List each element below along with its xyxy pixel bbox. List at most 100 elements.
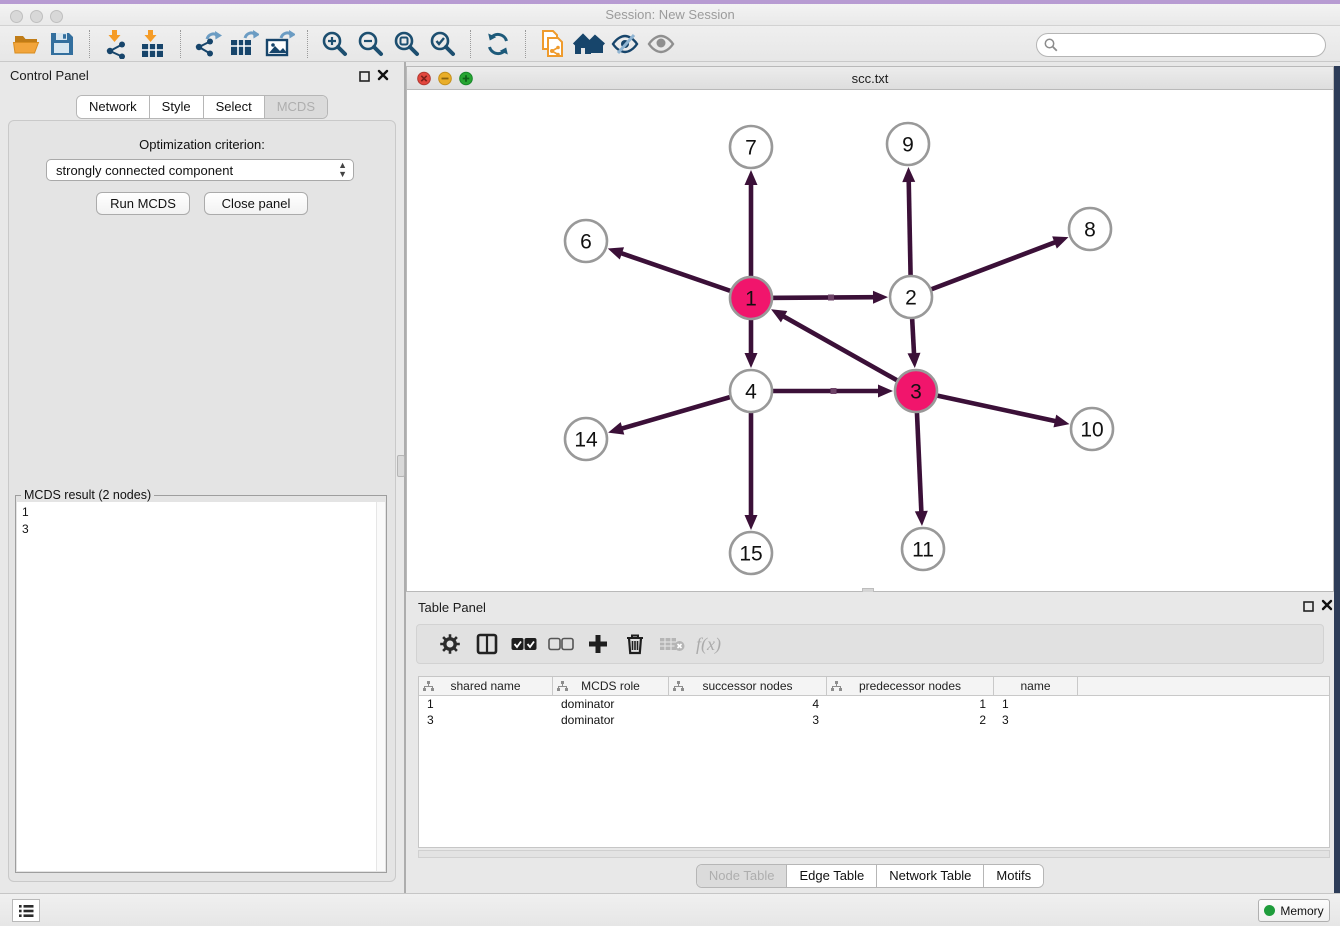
network-frame-titlebar[interactable]: scc.txt (407, 67, 1333, 90)
control-panel-tabs: NetworkStyleSelectMCDS (76, 95, 328, 119)
tab-motifs[interactable]: Motifs (983, 865, 1043, 887)
edge-arrowhead (608, 422, 624, 434)
edge-2-8[interactable] (911, 241, 1057, 297)
float-table-panel-icon[interactable] (1303, 599, 1314, 617)
table-row[interactable]: 1dominator411 (419, 696, 1329, 712)
zoom-in-icon[interactable] (317, 28, 353, 60)
add-column-icon[interactable] (579, 628, 616, 660)
mcds-result-text: 1 3 (17, 502, 385, 538)
table-cell[interactable]: 2 (827, 712, 994, 728)
zoom-out-icon[interactable] (353, 28, 389, 60)
run-mcds-button[interactable]: Run MCDS (96, 192, 190, 215)
table-cell[interactable]: dominator (553, 712, 669, 728)
zoom-selected-icon[interactable] (425, 28, 461, 60)
criterion-value: strongly connected component (56, 163, 233, 178)
column-header-shared-name[interactable]: shared name (419, 677, 553, 695)
toolbar-separator (307, 30, 308, 58)
tab-network[interactable]: Network (77, 96, 149, 118)
hide-panel-eye-slash-icon[interactable] (607, 28, 643, 60)
toolbar-separator (470, 30, 471, 58)
network-view-frame: scc.txt 7968124314101511 (406, 66, 1334, 592)
tab-mcds[interactable]: MCDS (264, 96, 327, 118)
table-panel-title: Table Panel (418, 600, 486, 615)
copy-network-view-icon[interactable] (535, 28, 571, 60)
open-folder-icon[interactable] (8, 28, 44, 60)
mcds-panel: Optimization criterion: strongly connect… (8, 120, 396, 882)
show-panel-eye-icon[interactable] (643, 28, 679, 60)
table-cell[interactable]: 3 (994, 712, 1078, 728)
table-cell[interactable]: 3 (669, 712, 827, 728)
toolbar-separator (89, 30, 90, 58)
split-view-icon[interactable] (468, 628, 505, 660)
table-cell[interactable]: dominator (553, 696, 669, 712)
column-header-predecessor-nodes[interactable]: predecessor nodes (827, 677, 994, 695)
edge-handle[interactable] (831, 388, 837, 394)
edge-arrowhead (878, 385, 893, 398)
result-scrollbar[interactable] (376, 502, 385, 871)
criterion-dropdown[interactable]: strongly connected component ▲▼ (46, 159, 354, 181)
deselect-all-rows-icon[interactable] (542, 628, 579, 660)
table-settings-gear-icon[interactable] (431, 628, 468, 660)
mcds-result-title: MCDS result (2 nodes) (21, 488, 154, 502)
column-header-MCDS-role[interactable]: MCDS role (553, 677, 669, 695)
table-toolbar: f(x) (416, 624, 1324, 664)
table-cell[interactable]: 1 (994, 696, 1078, 712)
table-cell[interactable]: 3 (419, 712, 553, 728)
graph-node-label: 14 (574, 429, 598, 452)
table-panel: Table Panel (406, 592, 1334, 893)
graph-node-label: 10 (1080, 419, 1103, 442)
delete-table-icon[interactable] (653, 628, 690, 660)
optimization-criterion-label: Optimization criterion: (9, 137, 395, 152)
tab-node-table[interactable]: Node Table (697, 865, 787, 887)
export-image-icon[interactable] (262, 28, 298, 60)
search-input[interactable] (1036, 33, 1326, 57)
table-cell[interactable]: 4 (669, 696, 827, 712)
edge-arrowhead (907, 353, 920, 368)
select-all-rows-icon[interactable] (505, 628, 542, 660)
tab-select[interactable]: Select (203, 96, 264, 118)
tab-network-table[interactable]: Network Table (876, 865, 983, 887)
table-cell[interactable]: 1 (827, 696, 994, 712)
edge-arrowhead (745, 515, 758, 530)
vertical-splitter-grip[interactable] (397, 455, 405, 477)
tab-edge-table[interactable]: Edge Table (786, 865, 876, 887)
edge-arrowhead (1053, 415, 1069, 428)
column-header-successor-nodes[interactable]: successor nodes (669, 677, 827, 695)
delete-column-trash-icon[interactable] (616, 628, 653, 660)
tab-style[interactable]: Style (149, 96, 203, 118)
zoom-fit-icon[interactable] (389, 28, 425, 60)
graph-node-label: 15 (739, 543, 762, 566)
control-panel-header: Control Panel (0, 62, 404, 88)
memory-button[interactable]: Memory (1258, 899, 1330, 922)
edge-3-1[interactable] (781, 315, 916, 391)
search-icon (1044, 38, 1058, 52)
desktop-background-strip-right (1334, 66, 1340, 926)
save-icon[interactable] (44, 28, 80, 60)
table-hscrollbar[interactable] (418, 850, 1330, 858)
column-header-name[interactable]: name (994, 677, 1078, 695)
graph-node-label: 8 (1084, 219, 1096, 242)
close-panel-icon[interactable] (377, 68, 389, 86)
edge-arrowhead (873, 291, 888, 304)
export-network-icon[interactable] (190, 28, 226, 60)
home-icon[interactable] (571, 28, 607, 60)
close-table-panel-icon[interactable] (1321, 598, 1333, 616)
graph-node-label: 11 (912, 539, 934, 562)
control-panel-title: Control Panel (10, 68, 89, 83)
function-builder-icon[interactable]: f(x) (690, 628, 727, 660)
task-history-button[interactable] (12, 899, 40, 922)
edge-handle[interactable] (828, 295, 834, 301)
float-panel-icon[interactable] (359, 69, 370, 87)
table-row[interactable]: 3dominator323 (419, 712, 1329, 728)
mcds-result-area[interactable]: 1 3 (17, 502, 385, 871)
task-list-icon (18, 904, 34, 918)
graph-node-label: 1 (745, 288, 757, 311)
table-cell[interactable]: 1 (419, 696, 553, 712)
close-panel-button[interactable]: Close panel (204, 192, 308, 215)
network-canvas[interactable]: 7968124314101511 (407, 90, 1333, 591)
graph-node-label: 7 (745, 137, 757, 160)
import-network-icon[interactable] (99, 28, 135, 60)
refresh-icon[interactable] (480, 28, 516, 60)
import-table-icon[interactable] (135, 28, 171, 60)
export-table-icon[interactable] (226, 28, 262, 60)
